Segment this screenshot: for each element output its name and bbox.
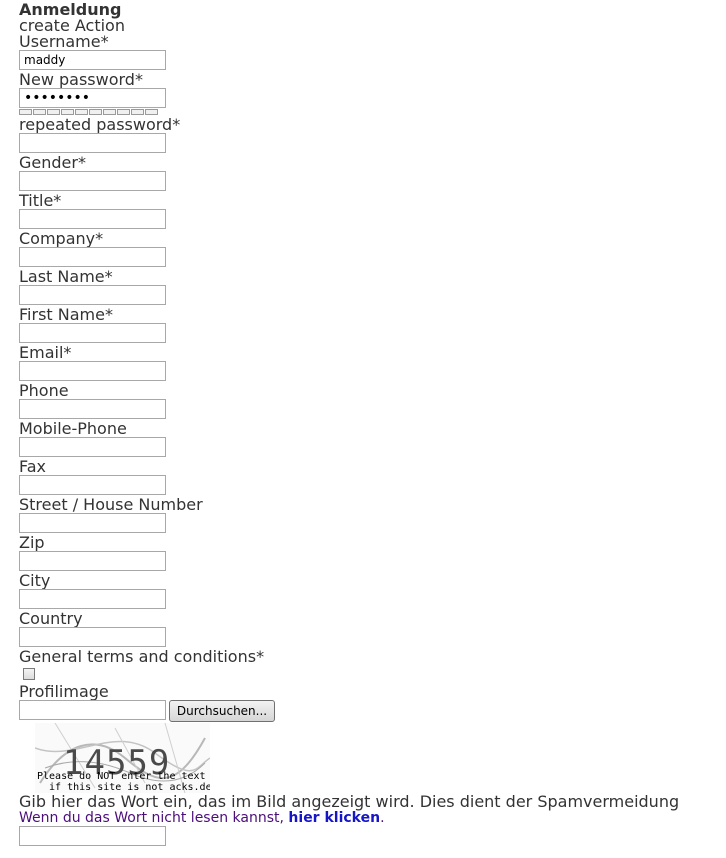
country-input[interactable] — [19, 627, 166, 647]
email-label: Email* — [19, 343, 72, 362]
fax-label: Fax — [19, 457, 47, 476]
terms-checkbox[interactable] — [23, 668, 35, 680]
street-input[interactable] — [19, 513, 166, 533]
captcha-instructions: Gib hier das Wort ein, das im Bild angez… — [19, 792, 680, 811]
zip-label: Zip — [19, 533, 45, 552]
captcha-image: 14559 Please do NOT enter the text if th… — [35, 723, 210, 793]
gender-input[interactable] — [19, 171, 166, 191]
first-name-label: First Name* — [19, 305, 113, 324]
zip-input[interactable] — [19, 551, 166, 571]
captcha-refresh-link[interactable]: hier klicken — [288, 810, 380, 826]
last-name-input[interactable] — [19, 285, 166, 305]
captcha-help-text: Wenn du das Wort nicht lesen kannst, — [19, 810, 284, 826]
gender-label: Gender* — [19, 153, 86, 172]
captcha-input[interactable] — [19, 826, 166, 846]
new-password-input[interactable] — [19, 88, 166, 108]
company-input[interactable] — [19, 247, 166, 267]
terms-label: General terms and conditions* — [19, 647, 265, 666]
company-label: Company* — [19, 229, 104, 248]
captcha-help: Wenn du das Wort nicht lesen kannst, hie… — [19, 810, 385, 827]
new-password-label: New password* — [19, 70, 143, 89]
mobile-phone-label: Mobile-Phone — [19, 419, 127, 438]
username-label: Username* — [19, 32, 109, 51]
profile-image-label: Profilimage — [19, 682, 109, 701]
fax-input[interactable] — [19, 475, 166, 495]
street-label: Street / House Number — [19, 495, 203, 514]
title-input[interactable] — [19, 209, 166, 229]
repeated-password-input[interactable] — [19, 133, 166, 153]
browse-button[interactable]: Durchsuchen... — [169, 700, 275, 722]
captcha-help-suffix: . — [380, 810, 385, 826]
phone-input[interactable] — [19, 399, 166, 419]
first-name-input[interactable] — [19, 323, 166, 343]
email-input[interactable] — [19, 361, 166, 381]
username-input[interactable] — [19, 50, 166, 70]
captcha-note: Please do NOT enter the text if this sit… — [37, 771, 210, 793]
city-label: City — [19, 571, 51, 590]
last-name-label: Last Name* — [19, 267, 113, 286]
phone-label: Phone — [19, 381, 69, 400]
mobile-phone-input[interactable] — [19, 437, 166, 457]
country-label: Country — [19, 609, 83, 628]
repeated-password-label: repeated password* — [19, 115, 181, 134]
title-label: Title* — [19, 191, 62, 210]
profile-image-path-field[interactable] — [19, 700, 166, 720]
city-input[interactable] — [19, 589, 166, 609]
